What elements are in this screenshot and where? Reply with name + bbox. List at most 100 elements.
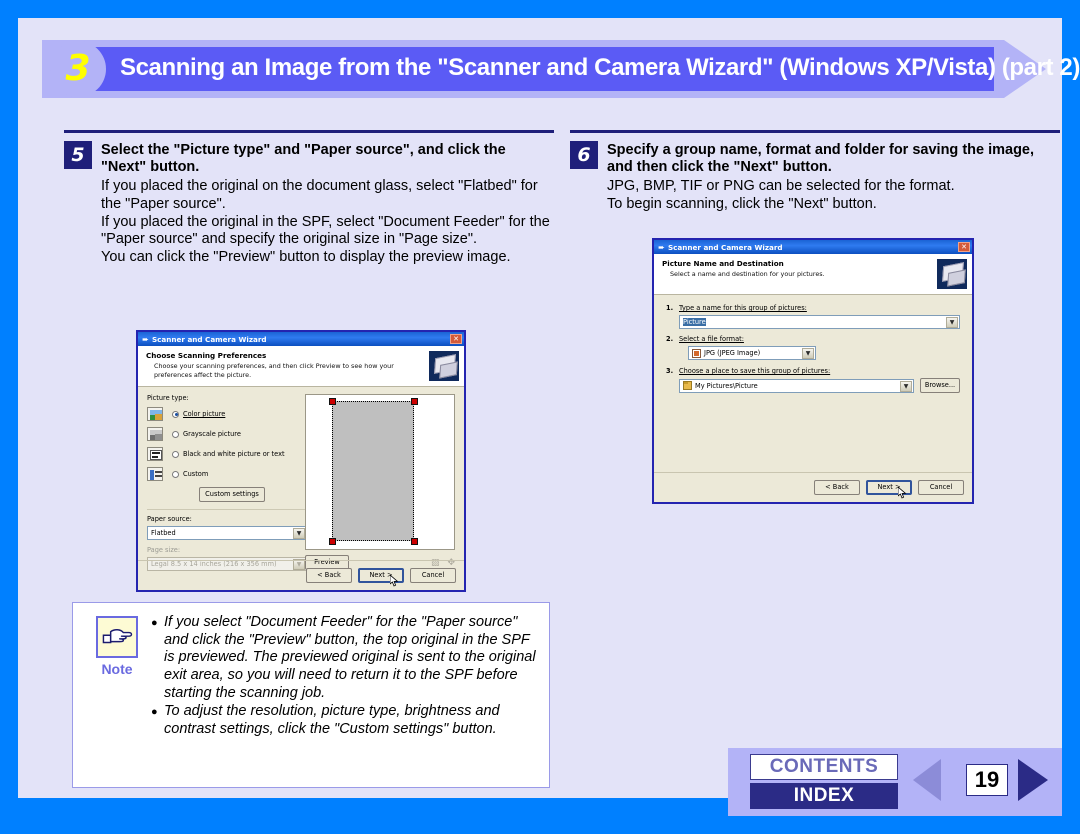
radio-grayscale-picture[interactable] — [172, 430, 179, 438]
step-2-label: Select a file format: — [679, 335, 744, 343]
close-icon[interactable]: ✕ — [958, 242, 970, 252]
dialog-title-text: Scanner and Camera Wizard — [668, 242, 783, 252]
step-6-title: Specify a group name, format and folder … — [607, 142, 1035, 176]
back-button[interactable]: < Back — [814, 480, 860, 495]
radio-custom[interactable] — [172, 470, 179, 478]
divider — [147, 509, 307, 510]
step-6-badge: 6 — [570, 141, 598, 169]
right-column: 6 Specify a group name, format and folde… — [570, 130, 1060, 214]
chevron-down-icon[interactable]: ▼ — [293, 528, 305, 539]
note-box: Note ● If you select "Document Feeder" f… — [72, 602, 550, 788]
dialog-header-text: Choose Scanning Preferences Choose your … — [146, 351, 429, 379]
custom-picture-icon — [147, 467, 163, 481]
close-icon[interactable]: ✕ — [450, 334, 462, 344]
picture-type-option-custom[interactable]: Custom — [147, 467, 307, 481]
crop-handle-bottom-left — [329, 538, 336, 545]
page-inner: 3 Scanning an Image from the "Scanner an… — [18, 18, 1080, 816]
dialog-heading: Picture Name and Destination — [662, 259, 784, 268]
picture-type-option-color[interactable]: Color picture — [147, 407, 307, 421]
cancel-button[interactable]: Cancel — [918, 480, 964, 495]
scanner-wizard-icon: ➨ — [658, 242, 665, 252]
left-column: 5 Select the "Picture type" and "Paper s… — [64, 130, 554, 267]
folder-icon — [683, 381, 692, 390]
page-title: Scanning an Image from the "Scanner and … — [120, 54, 1080, 81]
browse-button[interactable]: Browse... — [920, 378, 960, 393]
step-3-row: 3. Choose a place to save this group of … — [666, 367, 960, 375]
scanner-wizard-icon: ➨ — [142, 334, 149, 344]
contents-button[interactable]: CONTENTS — [750, 754, 898, 780]
step-5-header: 5 Select the "Picture type" and "Paper s… — [64, 141, 554, 176]
step-1-row: 1. Type a name for this group of picture… — [666, 304, 960, 312]
picture-type-option-grayscale[interactable]: Grayscale picture — [147, 427, 307, 441]
pointing-hand-icon — [96, 616, 138, 658]
picture-type-label-bw: Black and white picture or text — [183, 450, 285, 458]
step-3-label: Choose a place to save this group of pic… — [679, 367, 831, 375]
next-button[interactable]: Next > — [866, 480, 912, 499]
back-button[interactable]: < Back — [306, 568, 352, 583]
picture-type-label-color: Color picture — [183, 410, 226, 418]
destination-row: My Pictures\Picture ▼ Browse... — [679, 378, 960, 393]
crop-selection[interactable] — [332, 401, 414, 541]
jpg-file-icon — [692, 348, 701, 358]
wizard-banner-icon — [937, 259, 967, 289]
preview-pane[interactable] — [305, 394, 455, 550]
grayscale-picture-icon — [147, 427, 163, 441]
picture-name-destination-dialog: ➨ Scanner and Camera Wizard ✕ Picture Na… — [652, 238, 974, 504]
file-format-select[interactable]: JPG (JPEG Image) ▼ — [688, 346, 816, 360]
chevron-down-icon[interactable]: ▼ — [900, 380, 912, 392]
step-6-header: 6 Specify a group name, format and folde… — [570, 141, 1060, 176]
step-2-row: 2. Select a file format: — [666, 335, 960, 343]
paper-source-value: Flatbed — [151, 529, 176, 537]
bullet-icon: ● — [151, 706, 158, 719]
column-divider — [570, 130, 1060, 133]
step-1-label: Type a name for this group of pictures: — [679, 304, 807, 312]
step-3-number: 3. — [666, 367, 674, 375]
next-button-label: Next > — [877, 483, 901, 491]
dialog-subheading: Select a name and destination for your p… — [670, 270, 825, 278]
paper-source-label: Paper source: — [147, 515, 192, 523]
page-number: 19 — [966, 764, 1008, 796]
note-item-text: If you select "Document Feeder" for the … — [164, 614, 536, 701]
dialog-body: 1. Type a name for this group of picture… — [654, 295, 972, 402]
dialog-heading: Choose Scanning Preferences — [146, 351, 267, 360]
group-name-field-wrap: Picture ▼ — [679, 315, 960, 329]
crop-handle-top-right — [411, 398, 418, 405]
radio-black-white-picture[interactable] — [172, 450, 179, 458]
step-5-badge: 5 — [64, 141, 92, 169]
page-size-label: Page size: — [147, 546, 181, 554]
chevron-down-icon[interactable]: ▼ — [802, 348, 814, 359]
destination-select[interactable]: My Pictures\Picture ▼ — [679, 378, 914, 393]
dialog-footer: < Back Next > Cancel — [138, 560, 464, 590]
dialog-title-text: Scanner and Camera Wizard — [152, 334, 267, 344]
cancel-button[interactable]: Cancel — [410, 568, 456, 583]
radio-color-picture[interactable] — [172, 410, 179, 418]
step-6-body: JPG, BMP, TIF or PNG can be selected for… — [607, 178, 955, 212]
paper-source-select[interactable]: Flatbed ▼ — [147, 526, 307, 540]
next-button[interactable]: Next > — [358, 568, 404, 587]
step-5-body: If you placed the original on the docume… — [101, 178, 550, 265]
step-5-title: Select the "Picture type" and "Paper sou… — [101, 142, 506, 176]
color-picture-icon — [147, 407, 163, 421]
page-banner: 3 Scanning an Image from the "Scanner an… — [42, 40, 1080, 98]
crop-handle-top-left — [329, 398, 336, 405]
note-items: ● If you select "Document Feeder" for th… — [151, 612, 537, 778]
picture-type-label-grayscale: Grayscale picture — [183, 430, 241, 438]
destination-value: My Pictures\Picture — [695, 381, 758, 390]
note-label: Note — [101, 661, 133, 677]
custom-settings-button[interactable]: Custom settings — [199, 487, 265, 502]
group-name-input[interactable]: Picture ▼ — [679, 315, 960, 329]
dialog-body: Picture type: Color picture Grayscale pi… — [138, 387, 464, 573]
chevron-down-icon[interactable]: ▼ — [946, 317, 958, 328]
column-divider — [64, 130, 554, 133]
next-button-label: Next > — [369, 571, 393, 579]
index-button[interactable]: INDEX — [750, 783, 898, 809]
picture-type-option-bw[interactable]: Black and white picture or text — [147, 447, 307, 461]
note-item-text: To adjust the resolution, picture type, … — [164, 703, 500, 738]
wizard-banner-icon — [429, 351, 459, 381]
dialog-footer: < Back Next > Cancel — [654, 472, 972, 502]
note-item: ● If you select "Document Feeder" for th… — [151, 614, 537, 702]
scanning-preferences-dialog: ➨ Scanner and Camera Wizard ✕ Choose Sca… — [136, 330, 466, 592]
step-1-number: 1. — [666, 304, 674, 312]
banner-step-number: 3 — [65, 48, 91, 89]
bullet-icon: ● — [151, 617, 158, 629]
